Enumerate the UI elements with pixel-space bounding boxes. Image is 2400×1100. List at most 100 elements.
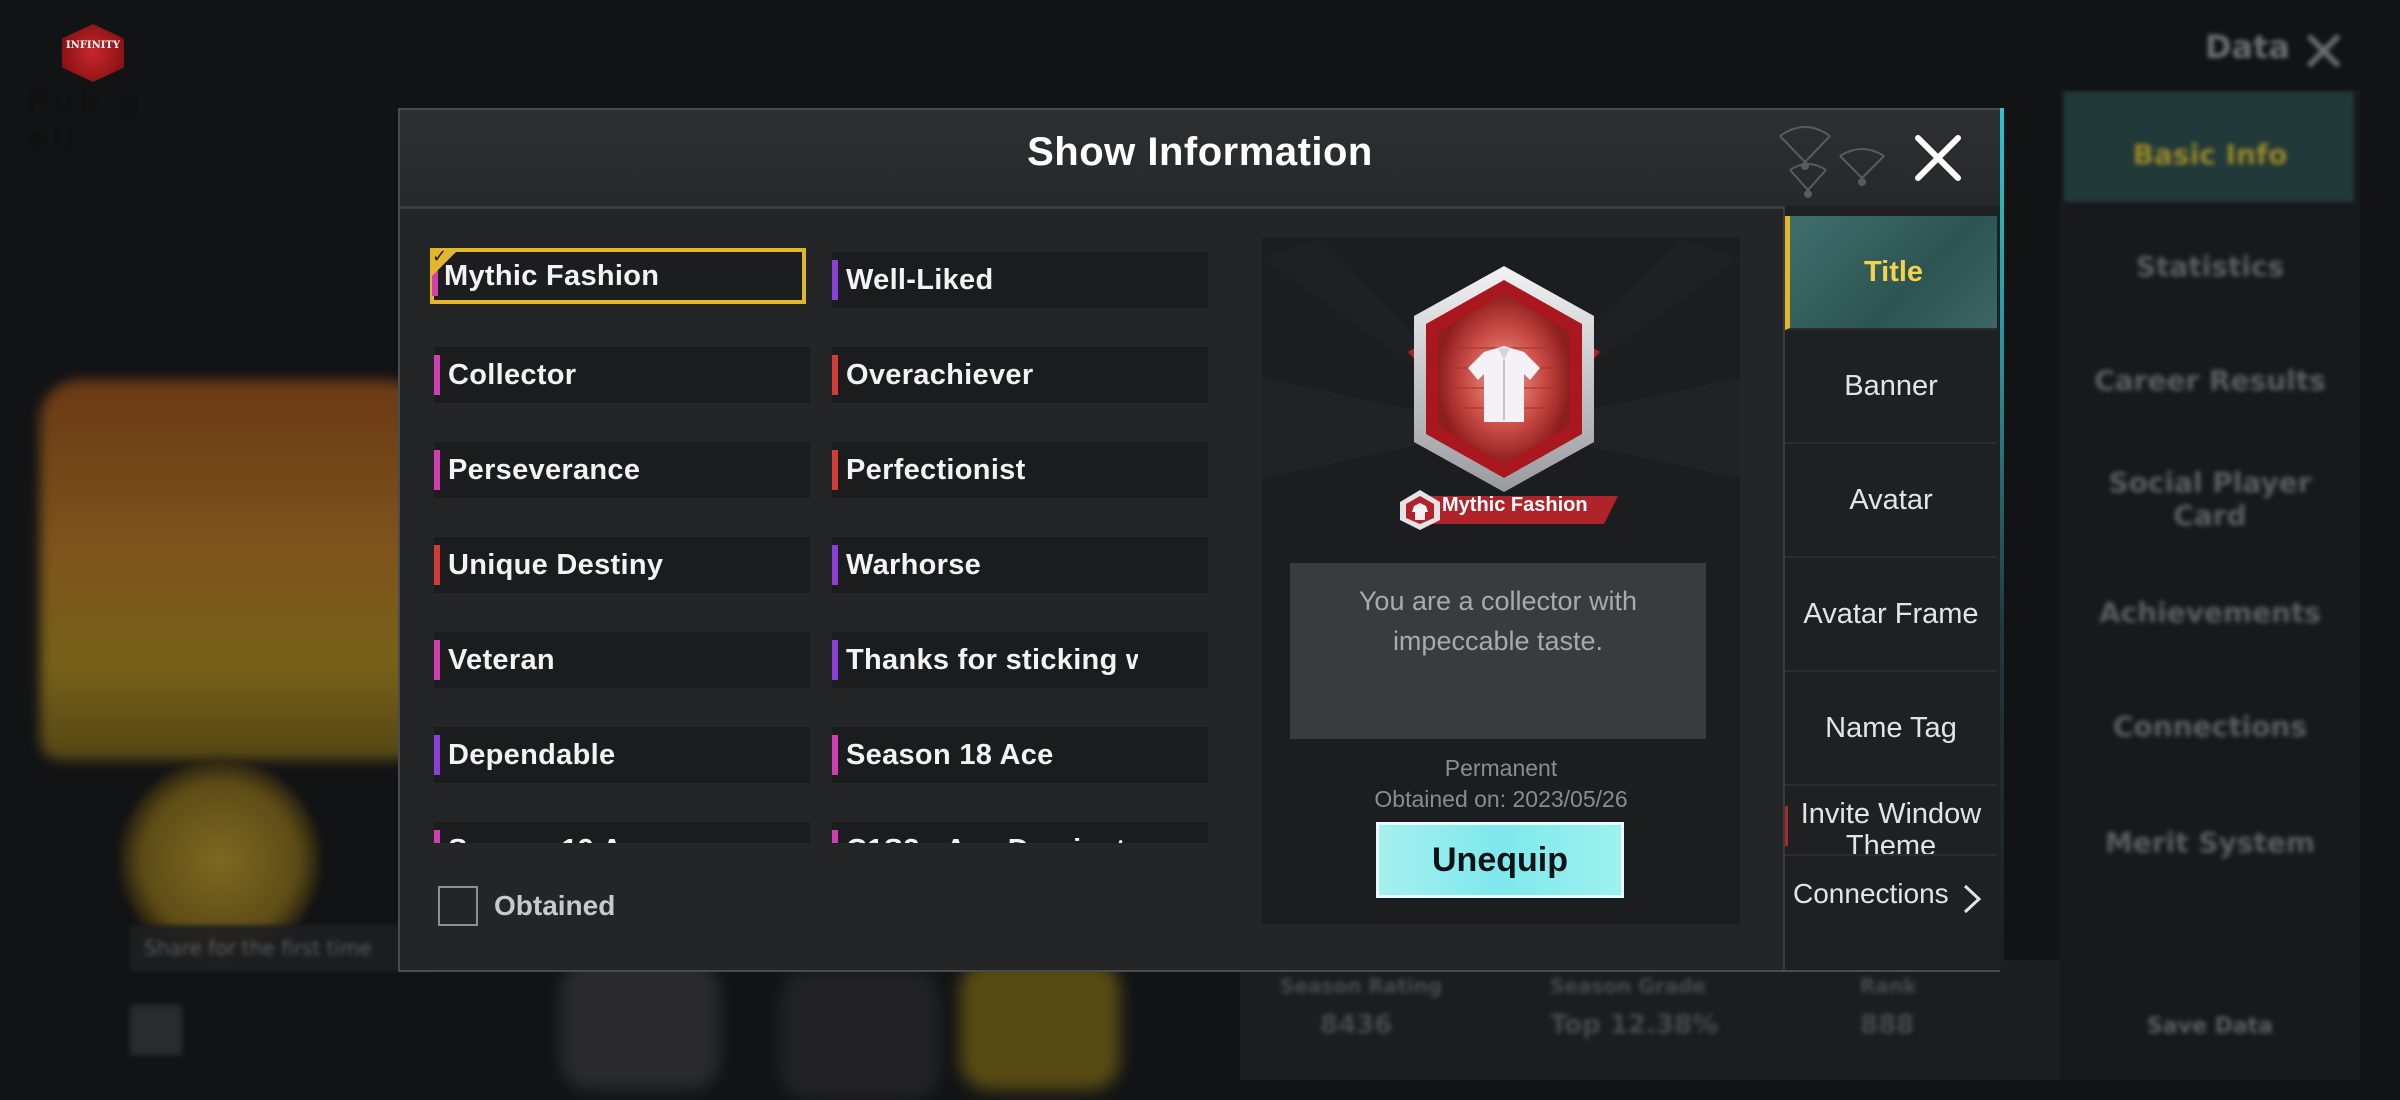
stat-label: Rank (1860, 974, 1917, 998)
side-menu-item: Social Player Card (2108, 466, 2312, 532)
rarity-stripe (832, 640, 838, 680)
title-item-well-liked[interactable]: Well-Liked (832, 252, 1208, 308)
stat-value: Top 12.38% (1550, 1010, 1719, 1040)
title-list[interactable]: Mythic Fashion ✓ Well-Liked Collector Ov… (422, 238, 1212, 843)
stat-label: Season Grade (1550, 974, 1706, 998)
side-menu-item: Achievements (2098, 596, 2322, 629)
title-item-perfectionist[interactable]: Perfectionist (832, 442, 1208, 498)
title-item-mythic-fashion[interactable]: Mythic Fashion ✓ (430, 246, 806, 304)
tab-label: Title (1863, 256, 1924, 288)
badge-name-label: Mythic Fashion (1442, 494, 1588, 516)
logo-wordmark: Pub g ell (26, 82, 145, 158)
background-close-icon: ✕ (2299, 18, 2348, 86)
character-image (560, 960, 720, 1090)
title-item-warhorse[interactable]: Warhorse (832, 537, 1208, 593)
tab-label: Connections (1793, 878, 1949, 909)
rarity-stripe (832, 830, 838, 843)
title-item-label: Perfectionist (846, 454, 1026, 486)
unequip-button-label: Unequip (1432, 841, 1568, 879)
title-item-label: Season 18 Ace (846, 739, 1054, 771)
tab-avatar[interactable]: Avatar (1785, 444, 1997, 558)
title-item-label: Perseverance (448, 454, 641, 486)
share-banner: Share for the first time (130, 925, 434, 971)
character-image (780, 970, 940, 1100)
side-menu-item: Statistics (2135, 250, 2285, 283)
title-item-overachiever[interactable]: Overachiever (832, 347, 1208, 403)
rarity-stripe (434, 450, 440, 490)
title-item-label: Season 19 Ace (448, 822, 804, 843)
title-item-season-18-ace[interactable]: Season 18 Ace (832, 727, 1208, 783)
rarity-stripe (434, 735, 440, 775)
title-item-label: Veteran (448, 644, 555, 676)
side-menu-item: Career Results (2094, 364, 2326, 397)
title-item-label: Mythic Fashion (444, 260, 660, 292)
tabs-accent-edge (2000, 108, 2004, 972)
side-menu-item: Basic Info (2132, 138, 2288, 171)
title-item-label: Thanks for sticking with us (846, 644, 1138, 676)
rarity-stripe (832, 545, 838, 585)
rarity-stripe (434, 355, 440, 395)
rarity-stripe (434, 640, 440, 680)
stats-strip: Season Rating Season Grade Rank 8436 Top… (1240, 960, 2060, 1080)
tab-label: Banner (1844, 370, 1938, 402)
tab-label: Avatar (1849, 484, 1933, 516)
tab-label: Name Tag (1825, 712, 1957, 744)
logo-badge-text: INFINITY (66, 40, 120, 51)
obtained-filter-label: Obtained (494, 890, 616, 921)
close-button[interactable] (1906, 126, 1970, 190)
checkmark-icon: ✓ (432, 246, 448, 267)
tab-invite-window-theme[interactable]: Invite Window Theme (1785, 786, 1997, 856)
data-label: Data (2204, 28, 2290, 66)
rarity-stripe (832, 355, 838, 395)
show-information-dialog: Show Information Mythic Fashion ✓ Well-L… (398, 108, 2003, 972)
close-icon (1915, 135, 1961, 181)
title-item-dependable[interactable]: Dependable (434, 727, 810, 783)
logo-badge-icon (62, 24, 124, 82)
side-menu-item: Merit System (2104, 826, 2316, 859)
profile-side-menu (2060, 90, 2360, 1080)
title-description: You are a collector with impeccable tast… (1358, 586, 1638, 656)
title-item-c1s3-ace-dominator[interactable]: C1S3 - Ace Dominator (832, 822, 1208, 843)
unequip-button[interactable]: Unequip (1376, 822, 1624, 898)
title-item-label: Warhorse (846, 549, 982, 581)
title-item-season-19-ace[interactable]: Season 19 Ace (434, 822, 810, 843)
title-item-label: Overachiever (846, 359, 1034, 391)
title-item-collector[interactable]: Collector (434, 347, 810, 403)
category-tabs: Title Banner Avatar Avatar Frame Name Ta… (1783, 206, 2003, 970)
checkbox-box[interactable] (438, 886, 478, 926)
title-item-unique-destiny[interactable]: Unique Destiny (434, 537, 810, 593)
tab-name-tag[interactable]: Name Tag (1785, 672, 1997, 786)
title-item-label: Well-Liked (846, 264, 994, 296)
stat-label: Season Rating (1280, 974, 1443, 998)
stat-value: 888 (1860, 1010, 1915, 1040)
dialog-title: Show Information (1027, 130, 1373, 174)
tab-label: Avatar Frame (1803, 598, 1979, 630)
title-item-perseverance[interactable]: Perseverance (434, 442, 810, 498)
rarity-stripe (832, 260, 838, 300)
title-item-veteran[interactable]: Veteran (434, 632, 810, 688)
rarity-stripe (434, 545, 440, 585)
side-menu-item: Connections (2112, 710, 2308, 743)
save-data-label: Save Data (2146, 1014, 2274, 1039)
obtained-date-label: Obtained on: 2023/05/26 (1374, 786, 1628, 812)
title-item-label: Collector (448, 359, 577, 391)
permanence-label: Permanent (1444, 755, 1558, 781)
chevron-right-icon (1963, 884, 1982, 914)
rarity-stripe (434, 830, 440, 843)
watermark-logo: INFINITY Pub g ell (20, 18, 170, 158)
description-box: You are a collector with impeccable tast… (1290, 563, 1706, 739)
title-detail-panel: Mythic Fashion You are a collector with … (1262, 238, 1740, 924)
tab-banner[interactable]: Banner (1785, 330, 1997, 444)
tab-label: Invite Window Theme (1800, 798, 1982, 856)
tab-avatar-frame[interactable]: Avatar Frame (1785, 558, 1997, 672)
dialog-header: Show Information (400, 110, 2000, 209)
title-item-label: Unique Destiny (448, 549, 664, 581)
stat-value: 8436 (1320, 1010, 1393, 1040)
tab-title[interactable]: Title (1785, 216, 1997, 330)
connections-tab[interactable]: Connections (1785, 856, 1997, 936)
title-item-label: C1S3 - Ace Dominator (846, 822, 1202, 843)
title-item-label: Dependable (448, 739, 616, 771)
qr-icon (130, 1005, 182, 1055)
title-item-thanks-for-sticking[interactable]: Thanks for sticking with us (832, 632, 1208, 688)
rarity-stripe (832, 735, 838, 775)
